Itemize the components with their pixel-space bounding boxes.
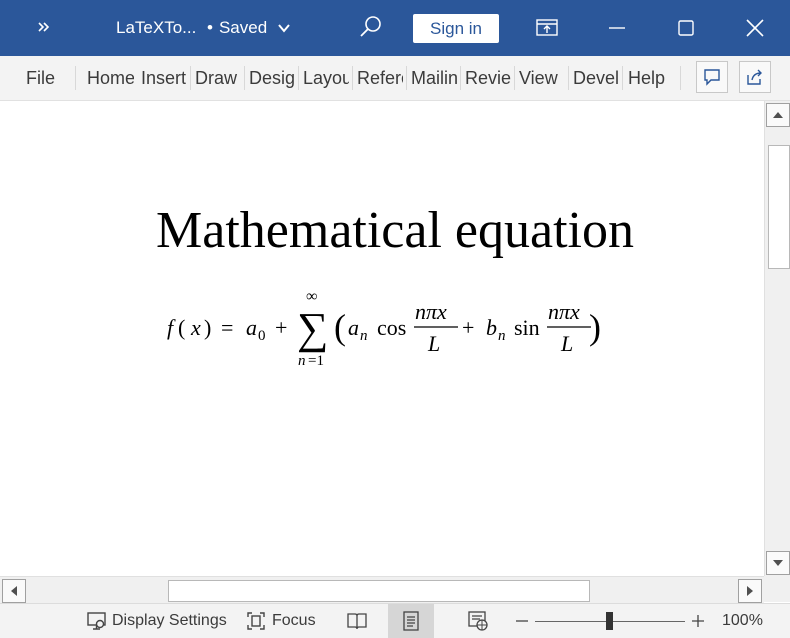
tab-separator: [568, 66, 569, 90]
horizontal-scroll-thumb[interactable]: [168, 580, 590, 602]
tab-draw[interactable]: Draw: [195, 56, 241, 100]
eq-sum-lower-eq: =1: [308, 353, 324, 369]
tab-mailings[interactable]: Mailings: [411, 56, 457, 100]
tab-file[interactable]: File: [26, 56, 60, 100]
tab-references[interactable]: References: [357, 56, 403, 100]
tab-separator: [244, 66, 245, 90]
tab-separator: [406, 66, 407, 90]
eq-b-n: b: [486, 315, 497, 340]
triangle-up-icon: [773, 112, 783, 118]
scroll-left-button[interactable]: [2, 579, 26, 603]
share-button[interactable]: [739, 61, 771, 93]
eq-plus: +: [275, 315, 287, 340]
tab-separator: [460, 66, 461, 90]
eq-sin: sin: [514, 315, 540, 340]
eq-sub-n2: n: [498, 328, 506, 344]
eq-sigma: ∑: [297, 304, 328, 353]
scroll-up-button[interactable]: [766, 103, 790, 127]
eq-rparen: ): [204, 315, 211, 340]
eq-f: f: [167, 315, 176, 340]
vertical-scroll-thumb[interactable]: [768, 145, 790, 269]
tab-separator: [680, 66, 681, 90]
scroll-down-button[interactable]: [766, 551, 790, 575]
minimize-icon[interactable]: [603, 14, 631, 42]
document-name[interactable]: LaTeXTo...: [116, 18, 196, 38]
save-status-label: Saved: [218, 18, 268, 37]
comment-icon: [704, 69, 720, 86]
tab-insert[interactable]: Insert: [141, 56, 187, 100]
focus-icon: [247, 612, 265, 630]
tab-review[interactable]: Review: [465, 56, 511, 100]
web-layout-icon: [468, 611, 488, 631]
tab-developer[interactable]: Developer: [573, 56, 619, 100]
zoom-out-icon[interactable]: [511, 610, 533, 632]
math-equation[interactable]: f ( x ) = a 0 + ∑ ∞ n =1 ( a n cos nπx L…: [1, 281, 763, 381]
zoom-slider-thumb[interactable]: [606, 612, 613, 630]
eq-equals: =: [221, 315, 233, 340]
tab-separator: [622, 66, 623, 90]
eq-lparen: (: [178, 315, 185, 340]
zoom-in-icon[interactable]: [687, 610, 709, 632]
chevron-down-icon[interactable]: [276, 20, 292, 36]
tab-view[interactable]: View: [519, 56, 565, 100]
status-bar: Display Settings Focus 100%: [0, 603, 790, 638]
read-mode-button[interactable]: [334, 604, 380, 638]
tab-separator: [298, 66, 299, 90]
ribbon-display-options-icon[interactable]: [533, 14, 561, 42]
web-layout-button[interactable]: [455, 604, 501, 638]
sign-in-button[interactable]: Sign in: [413, 14, 499, 43]
triangle-down-icon: [773, 560, 783, 566]
tab-help[interactable]: Help: [628, 56, 672, 100]
tab-home[interactable]: Home: [87, 56, 134, 100]
tab-design[interactable]: Design: [249, 56, 295, 100]
display-settings-button[interactable]: Display Settings: [112, 604, 227, 638]
eq-sub-n1: n: [360, 328, 368, 344]
maximize-icon[interactable]: [672, 14, 700, 42]
eq-num2: nπx: [548, 299, 580, 324]
print-layout-button[interactable]: [388, 604, 434, 638]
scroll-right-button[interactable]: [738, 579, 762, 603]
triangle-right-icon: [747, 586, 753, 596]
close-icon[interactable]: [741, 14, 769, 42]
eq-a: a: [246, 315, 257, 340]
eq-big-rparen: ): [589, 307, 601, 347]
document-heading[interactable]: Mathematical equation: [1, 201, 763, 260]
scrollbar-corner: [764, 576, 790, 602]
eq-den1: L: [427, 331, 440, 356]
chevron-double-right-icon[interactable]: [34, 17, 54, 37]
eq-cos: cos: [377, 315, 406, 340]
eq-den2: L: [560, 331, 573, 356]
eq-a-n: a: [348, 315, 359, 340]
eq-plus-2: +: [462, 315, 474, 340]
search-icon[interactable]: [358, 14, 384, 40]
focus-button[interactable]: Focus: [272, 604, 316, 638]
vertical-scrollbar[interactable]: [764, 101, 790, 576]
eq-sum-lower: n: [298, 353, 306, 369]
eq-sum-upper: ∞: [306, 288, 317, 305]
zoom-percent[interactable]: 100%: [722, 604, 763, 638]
eq-x: x: [190, 315, 201, 340]
print-layout-icon: [403, 611, 419, 631]
save-status-dot: •: [207, 18, 213, 37]
document-canvas[interactable]: Mathematical equation f ( x ) = a 0 + ∑ …: [1, 101, 763, 576]
tab-separator: [190, 66, 191, 90]
triangle-left-icon: [11, 586, 17, 596]
display-settings-icon: [87, 612, 106, 630]
eq-sub-0: 0: [258, 328, 266, 344]
tab-separator: [352, 66, 353, 90]
save-status[interactable]: • Saved: [207, 18, 267, 38]
tab-separator: [75, 66, 76, 90]
eq-big-lparen: (: [334, 307, 346, 347]
ribbon-tabs: File Home Insert Draw Design Layout Refe…: [0, 56, 790, 101]
title-bar: LaTeXTo... • Saved Sign in: [0, 0, 790, 56]
tab-layout[interactable]: Layout: [303, 56, 349, 100]
eq-num1: nπx: [415, 299, 447, 324]
book-icon: [347, 613, 367, 630]
share-icon: [747, 69, 762, 85]
tab-separator: [514, 66, 515, 90]
horizontal-scrollbar[interactable]: [0, 576, 764, 603]
comments-button[interactable]: [696, 61, 728, 93]
